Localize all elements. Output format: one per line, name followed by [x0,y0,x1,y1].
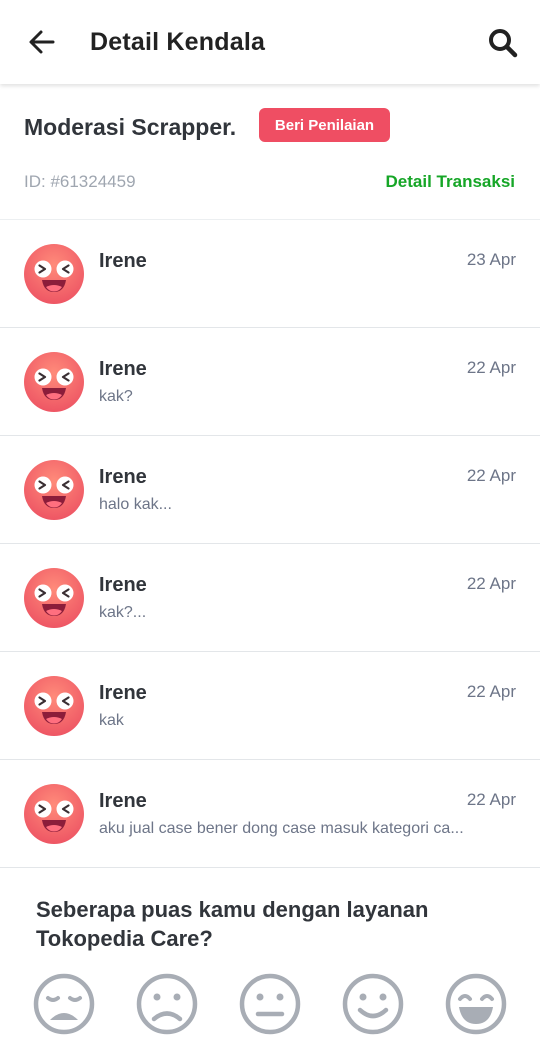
case-header: Moderasi Scrapper. Beri Penilaian ID: #6… [0,84,540,220]
message-date: 22 Apr [466,574,516,593]
message-row[interactable]: Irene 22 Apr kak [0,652,540,760]
sad-face-icon[interactable] [135,972,199,1036]
smile-face-icon[interactable] [341,972,405,1036]
neutral-face-icon[interactable] [238,972,302,1036]
laughing-emoji-avatar-icon [24,352,84,412]
laughing-emoji-avatar-icon [24,460,84,520]
sender-name: Irene [99,466,147,488]
sender-name: Irene [99,358,147,380]
message-row[interactable]: Irene 22 Apr kak?... [0,544,540,652]
message-date: 22 Apr [466,682,516,701]
message-date: 23 Apr [466,250,516,269]
page-title: Detail Kendala [90,28,266,56]
search-icon[interactable] [487,27,519,59]
sender-name: Irene [99,250,147,272]
message-preview: halo kak... [99,496,172,513]
message-preview: kak [99,712,124,729]
rating-faces [0,972,540,1038]
arrow-left-icon[interactable] [26,26,58,58]
rate-button[interactable]: Beri Penilaian [259,108,390,142]
very-sad-face-icon[interactable] [32,972,96,1036]
very-happy-face-icon[interactable] [444,972,508,1036]
message-list: Irene 23 Apr Irene 22 Apr kak? Irene 22 … [0,220,540,868]
message-date: 22 Apr [466,790,516,809]
message-row[interactable]: Irene 23 Apr [0,220,540,328]
message-preview: kak?... [99,604,147,621]
sender-name: Irene [99,574,147,596]
app-bar: Detail Kendala [0,0,540,84]
transaction-detail-link[interactable]: Detail Transaksi [386,172,515,192]
message-row[interactable]: Irene 22 Apr kak? [0,328,540,436]
message-row[interactable]: Irene 22 Apr halo kak... [0,436,540,544]
message-date: 22 Apr [466,358,516,377]
case-id: ID: #61324459 [24,172,136,191]
case-title: Moderasi Scrapper. [24,114,237,140]
laughing-emoji-avatar-icon [24,784,84,844]
message-preview: aku jual case bener dong case masuk kate… [99,820,464,837]
message-preview: kak? [99,388,133,405]
sender-name: Irene [99,682,147,704]
satisfaction-survey: Seberapa puas kamu dengan layanan Tokope… [0,868,540,1058]
survey-question: Seberapa puas kamu dengan layanan Tokope… [36,897,429,951]
message-date: 22 Apr [466,466,516,485]
laughing-emoji-avatar-icon [24,568,84,628]
message-row[interactable]: Irene 22 Apr aku jual case bener dong ca… [0,760,540,868]
laughing-emoji-avatar-icon [24,676,84,736]
sender-name: Irene [99,790,147,812]
laughing-emoji-avatar-icon [24,244,84,304]
